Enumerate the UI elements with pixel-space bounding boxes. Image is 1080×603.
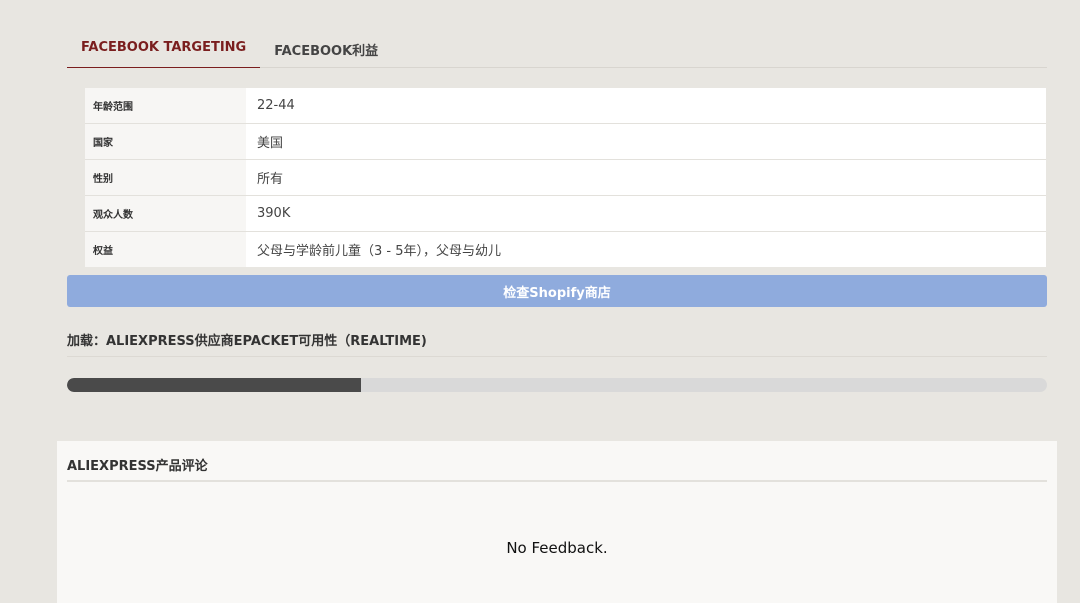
reviews-title: ALIEXPRESS产品评论 — [67, 455, 1047, 482]
row-label-audience-size: 观众人数 — [85, 195, 246, 232]
tab-facebook-targeting[interactable]: FACEBOOK TARGETING — [67, 30, 261, 68]
no-feedback-message: No Feedback. — [506, 539, 608, 557]
row-value-audience-size: 390K — [246, 195, 1046, 232]
epacket-progress-bar — [67, 378, 1047, 392]
row-value-gender: 所有 — [246, 159, 1046, 196]
row-label-country: 国家 — [85, 123, 246, 160]
row-value-country: 美国 — [246, 123, 1046, 160]
row-label-age-range: 年龄范围 — [85, 88, 246, 124]
table-row: 年龄范围 22-44 — [85, 88, 1046, 124]
row-value-age-range: 22-44 — [246, 88, 1046, 124]
tab-bar: FACEBOOK TARGETING FACEBOOK利益 — [67, 30, 1047, 68]
table-row: 权益 父母与学龄前儿童（3 - 5年），父母与幼儿 — [85, 231, 1046, 267]
targeting-table: 年龄范围 22-44 国家 美国 性别 所有 观众人数 390K 权益 父母与学… — [85, 88, 1046, 267]
row-value-interests: 父母与学龄前儿童（3 - 5年），父母与幼儿 — [246, 231, 1046, 267]
table-row: 国家 美国 — [85, 123, 1046, 160]
row-label-interests: 权益 — [85, 231, 246, 267]
check-shopify-store-button[interactable]: 检查Shopify商店 — [67, 275, 1047, 307]
progress-bar-fill — [67, 378, 361, 392]
reviews-panel: ALIEXPRESS产品评论 No Feedback. — [57, 441, 1057, 603]
table-row: 性别 所有 — [85, 159, 1046, 196]
tab-facebook-interests[interactable]: FACEBOOK利益 — [260, 30, 392, 67]
epacket-loading-title: 加载：ALIEXPRESS供应商EPACKET可用性（REALTIME) — [67, 330, 1047, 357]
table-row: 观众人数 390K — [85, 195, 1046, 232]
row-label-gender: 性别 — [85, 159, 246, 196]
